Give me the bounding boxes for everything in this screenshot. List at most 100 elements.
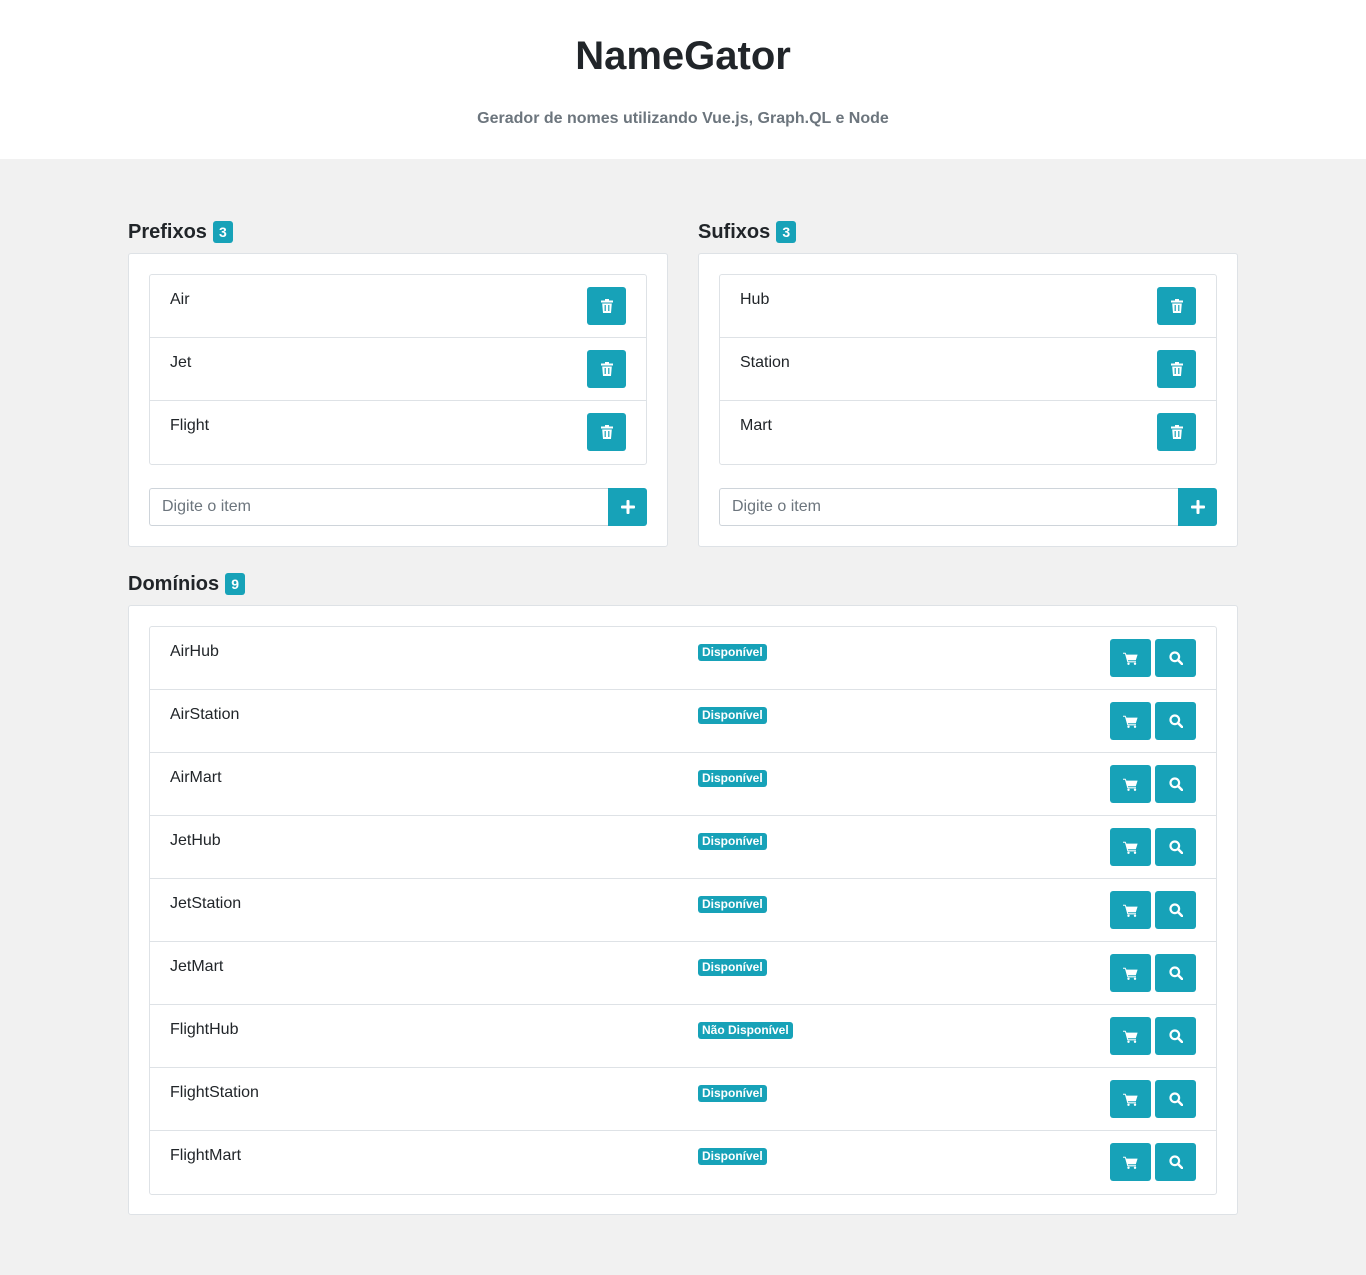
domain-name: AirHub (170, 643, 219, 660)
prefixes-count-badge: 3 (212, 221, 233, 243)
domain-name: AirStation (170, 706, 240, 723)
search-domain-button[interactable] (1155, 891, 1196, 929)
delete-prefix-button[interactable] (587, 287, 626, 325)
delete-suffix-button[interactable] (1157, 350, 1196, 388)
prefixes-list: Air Jet Flight (149, 274, 647, 465)
domain-row: FlightMart Disponível (150, 1131, 1216, 1194)
search-icon (1168, 651, 1183, 665)
domains-count-badge: 9 (225, 573, 246, 595)
prefix-item: Air (150, 275, 646, 338)
domain-row: JetHub Disponível (150, 816, 1216, 879)
domain-row: FlightHub Não Disponível (150, 1005, 1216, 1068)
buy-domain-button[interactable] (1110, 828, 1151, 866)
buy-domain-button[interactable] (1110, 954, 1151, 992)
suffix-item-label: Station (740, 354, 790, 371)
domains-list: AirHub Disponível AirStation Disponível … (149, 626, 1217, 1195)
buy-domain-button[interactable] (1110, 765, 1151, 803)
cart-icon (1123, 1156, 1138, 1169)
cart-icon (1123, 904, 1138, 917)
cart-icon (1123, 1093, 1138, 1106)
search-icon (1168, 966, 1183, 980)
suffix-item: Mart (720, 401, 1216, 464)
domain-row: JetMart Disponível (150, 942, 1216, 1005)
domain-status-badge: Disponível (698, 896, 767, 913)
prefix-item-label: Jet (170, 354, 192, 371)
trash-icon (1170, 362, 1183, 376)
suffix-input-group (719, 488, 1217, 526)
buy-domain-button[interactable] (1110, 1017, 1151, 1055)
prefixes-heading: Prefixos 3 (128, 220, 233, 244)
domain-row: AirMart Disponível (150, 753, 1216, 816)
suffixes-card: Hub Station Mart (698, 253, 1238, 547)
buy-domain-button[interactable] (1110, 1080, 1151, 1118)
suffixes-count-badge: 3 (776, 221, 797, 243)
trash-icon (600, 362, 613, 376)
page-subtitle: Gerador de nomes utilizando Vue.js, Grap… (477, 110, 889, 127)
prefix-item-label: Flight (170, 417, 210, 434)
domain-name: FlightStation (170, 1084, 259, 1101)
search-domain-button[interactable] (1155, 1080, 1196, 1118)
plus-icon (620, 500, 635, 514)
suffixes-list: Hub Station Mart (719, 274, 1217, 465)
delete-prefix-button[interactable] (587, 350, 626, 388)
search-domain-button[interactable] (1155, 828, 1196, 866)
prefix-input[interactable] (149, 488, 608, 526)
trash-icon (600, 425, 613, 439)
domain-status-badge: Disponível (698, 833, 767, 850)
search-domain-button[interactable] (1155, 702, 1196, 740)
trash-icon (1170, 425, 1183, 439)
domain-row: AirHub Disponível (150, 627, 1216, 690)
buy-domain-button[interactable] (1110, 639, 1151, 677)
suffix-item: Station (720, 338, 1216, 401)
search-icon (1168, 840, 1183, 854)
cart-icon (1123, 967, 1138, 980)
domain-name: FlightHub (170, 1021, 239, 1038)
add-prefix-button[interactable] (608, 488, 647, 526)
cart-icon (1123, 715, 1138, 728)
search-icon (1168, 714, 1183, 728)
suffix-item-label: Hub (740, 291, 770, 308)
delete-prefix-button[interactable] (587, 413, 626, 451)
domain-status-badge: Disponível (698, 707, 767, 724)
prefixes-card: Air Jet Flight (128, 253, 668, 547)
cart-icon (1123, 652, 1138, 665)
suffix-item-label: Mart (740, 417, 772, 434)
search-icon (1168, 777, 1183, 791)
delete-suffix-button[interactable] (1157, 287, 1196, 325)
search-icon (1168, 1092, 1183, 1106)
prefix-item-label: Air (170, 291, 190, 308)
trash-icon (600, 299, 613, 313)
cart-icon (1123, 778, 1138, 791)
delete-suffix-button[interactable] (1157, 413, 1196, 451)
domain-row: FlightStation Disponível (150, 1068, 1216, 1131)
domain-row: JetStation Disponível (150, 879, 1216, 942)
buy-domain-button[interactable] (1110, 1143, 1151, 1181)
domain-name: AirMart (170, 769, 222, 786)
plus-icon (1190, 500, 1205, 514)
suffix-item: Hub (720, 275, 1216, 338)
search-domain-button[interactable] (1155, 639, 1196, 677)
search-icon (1168, 1155, 1183, 1169)
suffixes-heading: Sufixos 3 (698, 220, 797, 244)
search-icon (1168, 903, 1183, 917)
domain-status-badge: Disponível (698, 1148, 767, 1165)
domain-status-badge: Não Disponível (698, 1022, 793, 1039)
page-header: NameGator Gerador de nomes utilizando Vu… (0, 0, 1366, 159)
suffix-input[interactable] (719, 488, 1178, 526)
trash-icon (1170, 299, 1183, 313)
domain-name: JetStation (170, 895, 242, 912)
add-suffix-button[interactable] (1178, 488, 1217, 526)
buy-domain-button[interactable] (1110, 891, 1151, 929)
search-domain-button[interactable] (1155, 1143, 1196, 1181)
prefix-item: Flight (150, 401, 646, 464)
domain-status-badge: Disponível (698, 959, 767, 976)
search-domain-button[interactable] (1155, 954, 1196, 992)
domain-status-badge: Disponível (698, 770, 767, 787)
domain-row: AirStation Disponível (150, 690, 1216, 753)
search-domain-button[interactable] (1155, 1017, 1196, 1055)
search-domain-button[interactable] (1155, 765, 1196, 803)
buy-domain-button[interactable] (1110, 702, 1151, 740)
domain-name: FlightMart (170, 1147, 242, 1164)
domain-name: JetHub (170, 832, 221, 849)
cart-icon (1123, 1030, 1138, 1043)
